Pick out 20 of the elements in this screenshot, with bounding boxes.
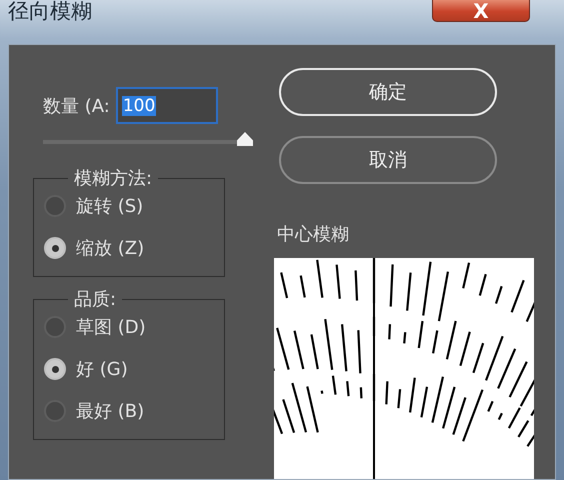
amount-field[interactable]: 100 xyxy=(116,87,218,124)
radio-label: 草图 (D) xyxy=(76,316,146,339)
radio-label: 缩放 (Z) xyxy=(76,237,144,260)
radio-button[interactable] xyxy=(44,316,66,338)
radio-button[interactable] xyxy=(44,400,66,422)
radio-label: 好 (G) xyxy=(76,358,128,381)
group-title: 品质: xyxy=(73,288,118,311)
radio-label: 旋转 (S) xyxy=(76,195,144,218)
preview-label: 中心模糊 xyxy=(277,223,350,246)
slider-thumb[interactable] xyxy=(237,132,253,146)
window-title: 径向模糊 xyxy=(8,0,92,23)
close-button[interactable]: X xyxy=(432,0,530,22)
radio-button[interactable] xyxy=(44,195,66,217)
cancel-button[interactable]: 取消 xyxy=(279,136,497,184)
group-title: 模糊方法: xyxy=(73,167,154,190)
radio-label: 最好 (B) xyxy=(76,400,144,423)
radio-button[interactable] xyxy=(44,358,66,380)
radio-button[interactable] xyxy=(44,237,66,259)
amount-label: 数量 (A: xyxy=(43,94,110,118)
ok-button[interactable]: 确定 xyxy=(279,68,497,116)
